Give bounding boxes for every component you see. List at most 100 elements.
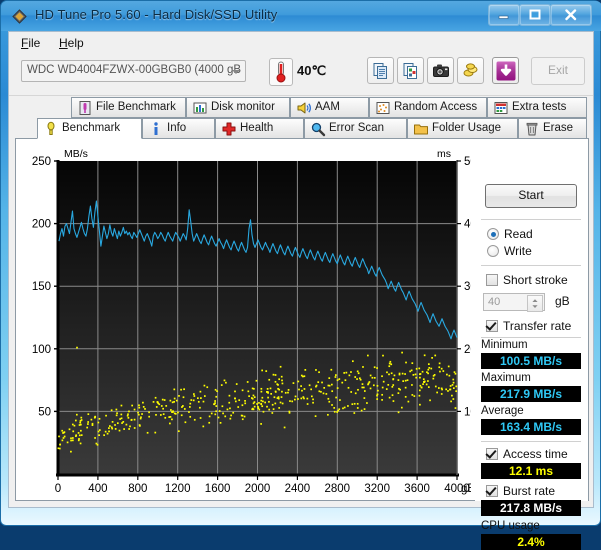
radio-write-dot bbox=[487, 245, 499, 257]
svg-text:3200: 3200 bbox=[364, 483, 390, 495]
tab-label: Benchmark bbox=[62, 122, 121, 134]
tab-error-scan[interactable]: Error Scan bbox=[304, 118, 407, 139]
window-title: HD Tune Pro 5.60 - Hard Disk/SSD Utility bbox=[35, 7, 278, 22]
svg-text:50: 50 bbox=[38, 406, 51, 418]
tab-random-access[interactable]: Random Access bbox=[369, 97, 487, 118]
tab-health[interactable]: Health bbox=[215, 118, 304, 139]
menu-bar: File Help bbox=[9, 32, 593, 52]
short-stroke-input[interactable]: 40 bbox=[483, 293, 545, 312]
menu-help[interactable]: Help bbox=[53, 35, 90, 51]
tab-benchmark[interactable]: Benchmark bbox=[37, 118, 142, 139]
start-button[interactable]: Start bbox=[485, 184, 577, 208]
checkbox-burst-rate-box bbox=[486, 485, 498, 497]
svg-text:250: 250 bbox=[32, 156, 51, 168]
erase-trash-icon bbox=[526, 122, 538, 136]
tab-label: Health bbox=[240, 122, 274, 134]
minimum-value: 100.5 MB/s bbox=[481, 353, 581, 369]
svg-text:2400: 2400 bbox=[285, 483, 311, 495]
checkbox-access-time-label: Access time bbox=[503, 447, 568, 461]
camera-icon[interactable] bbox=[427, 57, 454, 84]
maximum-label: Maximum bbox=[481, 372, 531, 384]
copy-image-icon[interactable] bbox=[397, 57, 424, 84]
title-bar: HD Tune Pro 5.60 - Hard Disk/SSD Utility bbox=[1, 1, 601, 31]
tab-info[interactable]: Info bbox=[142, 118, 215, 139]
radio-write-label: Write bbox=[504, 244, 532, 258]
temperature-value: 40℃ bbox=[297, 63, 327, 78]
svg-text:gB: gB bbox=[461, 483, 471, 495]
coins-icon[interactable] bbox=[457, 57, 484, 84]
short-stroke-spinner[interactable] bbox=[527, 295, 543, 312]
tab-disk-monitor[interactable]: Disk monitor bbox=[186, 97, 290, 118]
svg-text:800: 800 bbox=[128, 483, 147, 495]
checkbox-burst-rate-label: Burst rate bbox=[503, 484, 556, 498]
benchmark-panel: 50 100 150 200 250 MB/s 10 20 30 40 50 ms 0 400 800 120… bbox=[15, 138, 589, 550]
temperature-indicator bbox=[269, 58, 293, 86]
benchmark-controls: Start Read Write Short stroke 40 gB Tran… bbox=[475, 139, 588, 550]
tab-erase[interactable]: Erase bbox=[518, 118, 587, 139]
minimum-label: Minimum bbox=[481, 339, 528, 351]
disk-monitor-icon bbox=[193, 102, 207, 114]
svg-text:50: 50 bbox=[464, 156, 471, 168]
tab-folder-usage[interactable]: Folder Usage bbox=[407, 118, 518, 139]
svg-text:150: 150 bbox=[32, 281, 51, 293]
svg-text:200: 200 bbox=[32, 219, 51, 231]
tab-row-bottom: Benchmark Info Health Error Scan Folder … bbox=[15, 118, 589, 139]
svg-text:1600: 1600 bbox=[205, 483, 231, 495]
checkbox-short-stroke-box bbox=[486, 274, 498, 286]
svg-text:MB/s: MB/s bbox=[64, 148, 88, 160]
close-button[interactable] bbox=[550, 4, 592, 26]
tab-file-benchmark[interactable]: File Benchmark bbox=[71, 97, 186, 118]
error-scan-magnifier-icon bbox=[311, 122, 326, 137]
file-benchmark-icon bbox=[79, 101, 91, 115]
tab-strip: File Benchmark Disk monitor AAM Random A… bbox=[15, 97, 589, 139]
maximize-button[interactable] bbox=[519, 4, 551, 26]
tab-label: Erase bbox=[543, 122, 574, 134]
tab-label: Folder Usage bbox=[432, 122, 502, 134]
aam-speaker-icon bbox=[297, 102, 311, 114]
random-access-icon bbox=[376, 102, 390, 114]
app-logo-icon bbox=[12, 9, 27, 24]
checkbox-transfer-rate-label: Transfer rate bbox=[503, 319, 572, 333]
drive-select[interactable]: WDC WD4004FZWX-00GBGB0 (4000 gB bbox=[21, 60, 246, 82]
svg-text:ms: ms bbox=[437, 148, 451, 160]
tab-row-top: File Benchmark Disk monitor AAM Random A… bbox=[15, 97, 589, 118]
benchmark-chart: 50 100 150 200 250 MB/s 10 20 30 40 50 ms 0 400 800 120… bbox=[16, 139, 471, 502]
svg-text:2000: 2000 bbox=[245, 483, 271, 495]
maximum-value: 217.9 MB/s bbox=[481, 386, 581, 402]
cpu-usage-value: 2.4% bbox=[481, 534, 581, 550]
divider bbox=[481, 337, 581, 338]
tab-extra-tests[interactable]: Extra tests bbox=[487, 97, 587, 118]
svg-text:40: 40 bbox=[464, 219, 471, 231]
burst-rate-value: 217.8 MB/s bbox=[481, 500, 581, 516]
drive-select-value: WDC WD4004FZWX-00GBGB0 (4000 gB bbox=[27, 64, 242, 76]
checkbox-transfer-rate-box bbox=[486, 320, 498, 332]
average-value: 163.4 MB/s bbox=[481, 419, 581, 435]
access-time-value: 12.1 ms bbox=[481, 463, 581, 479]
tab-label: Disk monitor bbox=[211, 101, 275, 113]
svg-text:400: 400 bbox=[88, 483, 107, 495]
svg-text:20: 20 bbox=[464, 344, 471, 356]
tab-label: AAM bbox=[315, 101, 340, 113]
svg-text:30: 30 bbox=[464, 281, 471, 293]
benchmark-icon bbox=[47, 121, 55, 135]
extra-tests-icon bbox=[494, 102, 508, 114]
exit-button[interactable]: Exit bbox=[531, 57, 585, 85]
tab-label: Extra tests bbox=[512, 101, 567, 113]
divider bbox=[481, 219, 581, 220]
menu-file[interactable]: File bbox=[15, 35, 46, 51]
copy-icon[interactable] bbox=[367, 57, 394, 84]
radio-read-label: Read bbox=[504, 227, 533, 241]
tab-label: Random Access bbox=[394, 101, 478, 113]
radio-read-dot bbox=[487, 228, 499, 240]
tab-aam[interactable]: AAM bbox=[290, 97, 369, 118]
short-stroke-value: 40 bbox=[488, 296, 501, 308]
client-area: File Help WDC WD4004FZWX-00GBGB0 (4000 g… bbox=[8, 31, 594, 550]
app-window: HD Tune Pro 5.60 - Hard Disk/SSD Utility… bbox=[0, 0, 601, 550]
tab-label: File Benchmark bbox=[96, 101, 176, 113]
download-arrow-icon[interactable] bbox=[492, 57, 519, 84]
svg-text:0: 0 bbox=[55, 483, 61, 495]
divider bbox=[481, 441, 581, 442]
checkbox-access-time-box bbox=[486, 448, 498, 460]
tab-label: Error Scan bbox=[329, 122, 384, 134]
minimize-button[interactable] bbox=[488, 4, 520, 26]
